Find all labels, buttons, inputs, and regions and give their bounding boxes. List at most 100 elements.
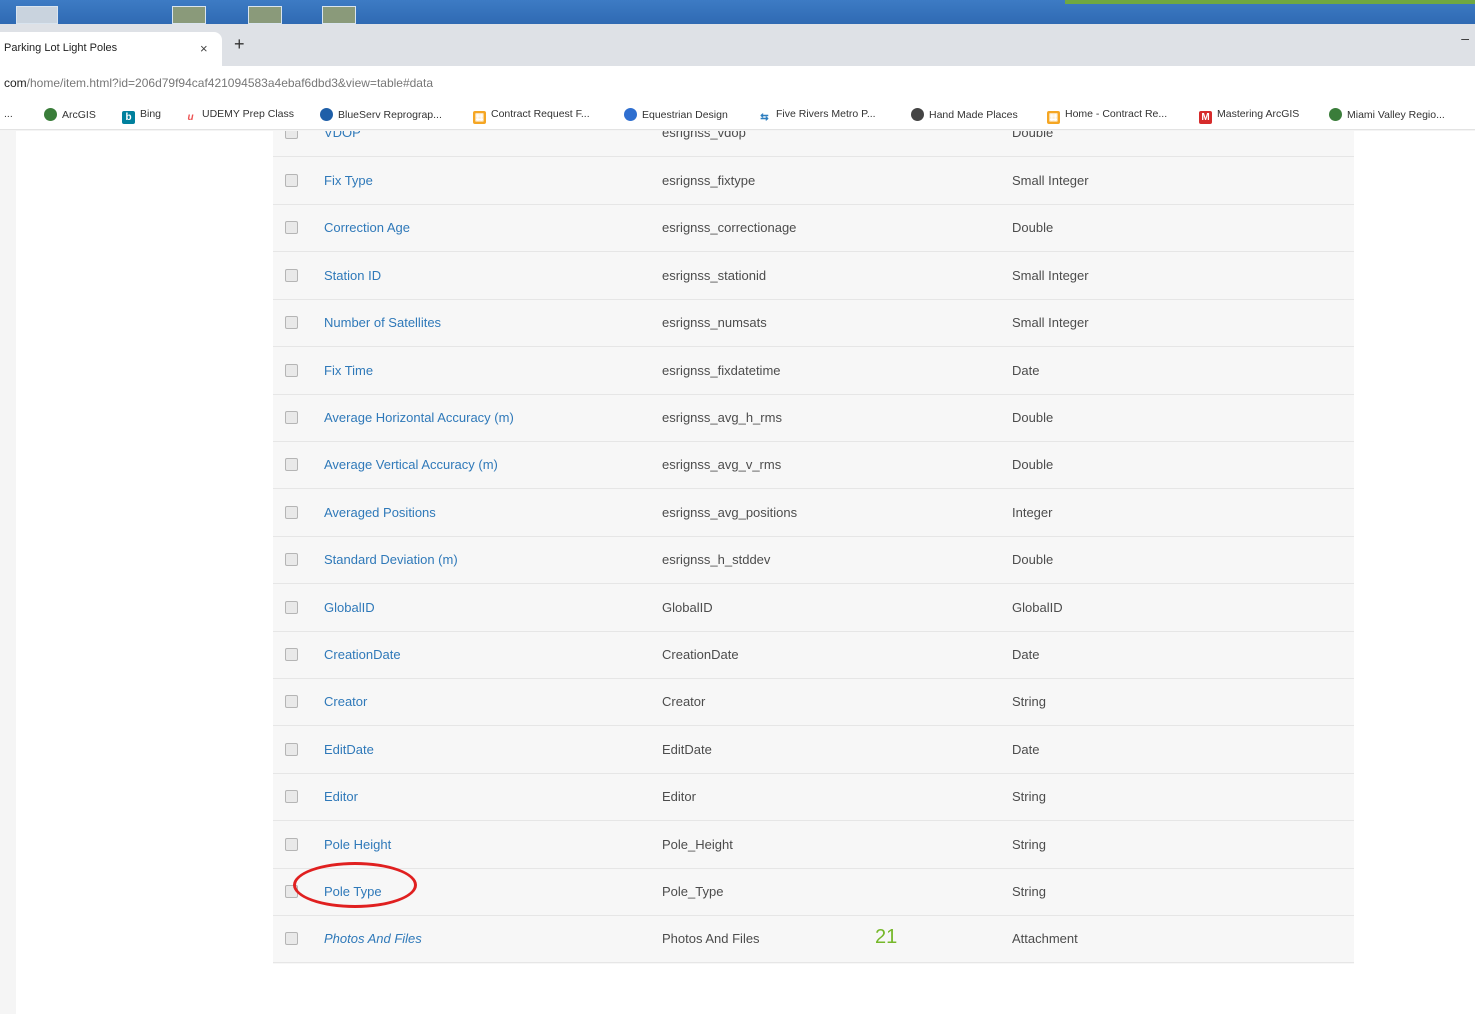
table-row: Standard Deviation (m) esrignss_h_stddev D… xyxy=(273,536,1354,585)
bookmark-hand-made[interactable]: Hand Made Places xyxy=(911,108,1018,121)
field-alias-link[interactable]: Pole Height xyxy=(324,837,391,852)
table-row: Station ID esrignss_stationid Small Intege… xyxy=(273,252,1354,300)
taskbar-thumbnail-1[interactable] xyxy=(16,6,58,24)
new-tab-button[interactable]: + xyxy=(234,34,245,55)
field-name: Editor xyxy=(662,789,696,805)
bookmark-five-rivers[interactable]: ⇆ Five Rivers Metro P... xyxy=(758,108,875,124)
field-alias-link[interactable]: Station ID xyxy=(324,268,381,283)
taskbar-accent xyxy=(1065,0,1475,4)
row-checkbox[interactable] xyxy=(285,553,298,567)
address-bar[interactable]: com/home/item.html?id=206d79f94caf421094… xyxy=(0,66,1475,100)
left-margin xyxy=(0,131,16,1014)
m-icon: M xyxy=(1199,111,1212,124)
browser-tabstrip: Parking Lot Light Poles × + – xyxy=(0,24,1475,66)
annotation-number: 21 xyxy=(875,926,898,948)
table-row: Pole Height Pole_Height String xyxy=(273,821,1354,869)
taskbar-thumbnail-3[interactable] xyxy=(248,6,282,24)
field-alias-link[interactable]: Creator xyxy=(324,694,367,709)
row-checkbox[interactable] xyxy=(285,837,298,851)
table-row: Average Horizontal Accuracy (m) esrignss_… xyxy=(273,394,1354,442)
table-row: GlobalID GlobalID GlobalID xyxy=(273,584,1354,632)
tab-title: Parking Lot Light Poles xyxy=(4,42,118,54)
globe-icon xyxy=(1329,108,1342,121)
row-checkbox[interactable] xyxy=(285,363,298,377)
field-alias-link[interactable]: Correction Age xyxy=(324,220,410,235)
field-alias-link[interactable]: Average Horizontal Accuracy (m) xyxy=(324,410,514,425)
row-checkbox[interactable] xyxy=(285,695,298,709)
field-type: Small Integer xyxy=(1012,267,1089,283)
field-name: esrignss_correctionage xyxy=(662,220,797,236)
annotation-circle xyxy=(293,862,417,908)
arrows-icon: ⇆ xyxy=(760,112,769,123)
field-alias-link[interactable]: Editor xyxy=(324,789,358,804)
bookmark-bing[interactable]: b Bing xyxy=(122,108,161,124)
bookmarks-bar: ... ArcGIS b Bing u UDEMY Prep Class BlueS… xyxy=(0,100,1475,130)
row-checkbox[interactable] xyxy=(285,600,298,614)
table-row: CreationDate CreationDate Date xyxy=(273,631,1354,679)
field-type: Small Integer xyxy=(1012,315,1089,331)
field-alias-link[interactable]: VDOP xyxy=(324,131,361,140)
page-content: VDOP esrignss_vdop Double Fix Type esrign… xyxy=(0,131,1475,1014)
udemy-icon: u xyxy=(187,112,194,123)
field-name: Photos And Files xyxy=(662,931,760,947)
row-checkbox[interactable] xyxy=(285,174,298,187)
bookmark-contract-request[interactable]: ▦ Contract Request F... xyxy=(473,108,590,124)
field-type: Double xyxy=(1012,131,1054,140)
row-checkbox[interactable] xyxy=(285,131,298,139)
bookmark-blueserv[interactable]: BlueServ Reprograp... xyxy=(320,108,442,121)
field-type: String xyxy=(1012,836,1046,852)
browser-tab-active[interactable]: Parking Lot Light Poles × xyxy=(0,32,222,66)
row-checkbox[interactable] xyxy=(285,648,298,661)
bookmark-mastering-arcgis[interactable]: M Mastering ArcGIS xyxy=(1199,108,1299,124)
fields-table: VDOP esrignss_vdop Double Fix Type esrign… xyxy=(273,131,1354,964)
field-alias-link[interactable]: Standard Deviation (m) xyxy=(324,552,458,567)
row-checkbox[interactable] xyxy=(285,458,298,472)
globe-icon xyxy=(44,108,57,121)
row-checkbox[interactable] xyxy=(285,316,298,330)
row-checkbox[interactable] xyxy=(285,268,298,282)
table-row: Correction Age esrignss_correctionage Doub… xyxy=(273,204,1354,253)
field-alias-link[interactable]: CreationDate xyxy=(324,647,401,662)
row-checkbox[interactable] xyxy=(285,932,298,946)
row-checkbox[interactable] xyxy=(285,790,298,804)
row-checkbox[interactable] xyxy=(285,742,298,756)
bookmarks-overflow[interactable]: ... xyxy=(4,108,13,120)
taskbar-thumbnail-4[interactable] xyxy=(322,6,356,24)
row-checkbox[interactable] xyxy=(285,411,298,424)
field-alias-link[interactable]: Fix Type xyxy=(324,173,373,188)
field-alias-link[interactable]: Fix Time xyxy=(324,363,373,378)
field-type: Double xyxy=(1012,552,1054,568)
table-row: Editor Editor String xyxy=(273,773,1354,822)
row-checkbox[interactable] xyxy=(285,505,298,519)
field-alias-link[interactable]: Average Vertical Accuracy (m) xyxy=(324,457,498,472)
field-type: Attachment xyxy=(1012,931,1078,947)
window-minimize-button[interactable]: – xyxy=(1461,30,1469,46)
field-type: Double xyxy=(1012,457,1054,473)
taskbar-thumbnail-2[interactable] xyxy=(172,6,206,24)
os-taskbar xyxy=(0,0,1475,24)
bookmark-arcgis[interactable]: ArcGIS xyxy=(44,108,96,121)
field-type: Integer xyxy=(1012,504,1053,520)
field-name: esrignss_avg_positions xyxy=(662,504,798,520)
field-type: GlobalID xyxy=(1012,599,1063,615)
url-path: /home/item.html?id=206d79f94caf421094583… xyxy=(26,76,433,90)
row-checkbox[interactable] xyxy=(285,221,298,235)
field-type: Double xyxy=(1012,220,1054,236)
bookmark-home-contract[interactable]: ▦ Home - Contract Re... xyxy=(1047,108,1167,124)
tab-close-icon[interactable]: × xyxy=(200,41,208,56)
bookmark-equestrian[interactable]: Equestrian Design xyxy=(624,108,728,121)
field-name: esrignss_stationid xyxy=(662,267,767,283)
bookmark-miami-valley[interactable]: Miami Valley Regio... xyxy=(1329,108,1445,121)
field-alias-link[interactable]: GlobalID xyxy=(324,600,375,615)
bookmark-udemy[interactable]: u UDEMY Prep Class xyxy=(184,108,294,124)
field-name: esrignss_avg_h_rms xyxy=(662,410,782,425)
field-alias-link[interactable]: Photos And Files xyxy=(324,931,422,946)
table-row: Averaged Positions esrignss_avg_positions… xyxy=(273,489,1354,537)
field-type: String xyxy=(1012,694,1046,710)
field-alias-link[interactable]: EditDate xyxy=(324,742,374,757)
field-alias-link[interactable]: Number of Satellites xyxy=(324,315,441,330)
field-alias-link[interactable]: Averaged Positions xyxy=(324,505,436,520)
url-text[interactable]: com/home/item.html?id=206d79f94caf421094… xyxy=(4,76,433,90)
field-type: Date xyxy=(1012,362,1040,378)
table-row: Fix Time esrignss_fixdatetime Date xyxy=(273,347,1354,395)
